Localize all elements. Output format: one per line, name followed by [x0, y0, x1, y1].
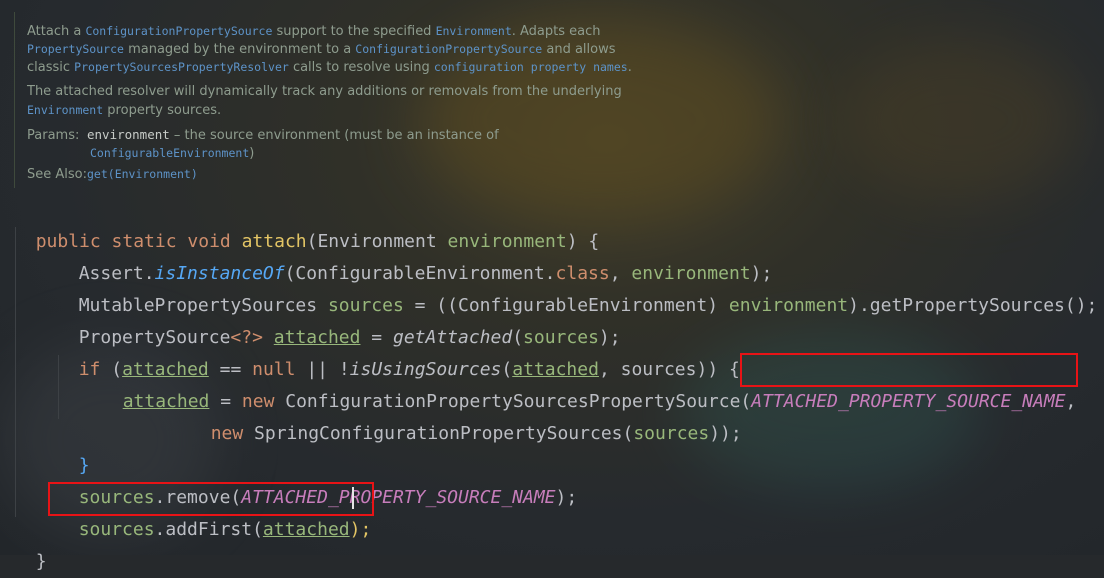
see-also-label: See Also: — [27, 167, 87, 182]
code-line-2[interactable]: Assert.isInstanceOf(ConfigurableEnvironm… — [57, 226, 773, 284]
doc-see-also-row: See Also:get(Environment) — [27, 165, 647, 184]
text-caret — [352, 487, 354, 509]
doc-para1-line1: Attach a ConfigurationPropertySource sup… — [27, 24, 601, 39]
highlight-box-addfirst — [48, 482, 374, 516]
doc-link[interactable]: PropertySource — [27, 42, 124, 56]
doc-params-row2: ConfigurableEnvironment) — [90, 146, 255, 161]
code-line-8[interactable]: } — [57, 418, 90, 476]
doc-link[interactable]: Environment — [27, 103, 103, 117]
doc-link[interactable]: configuration property names — [434, 60, 628, 74]
doc-params-row: Params: environment – the source environm… — [27, 127, 499, 143]
highlight-box-constant — [740, 353, 1078, 387]
code-line-1[interactable]: public static void attach(Environment en… — [14, 194, 600, 252]
doc-link[interactable]: ConfigurationPropertySource — [355, 42, 542, 56]
indent-guide — [15, 227, 16, 517]
doc-para1-line2: PropertySource managed by the environmen… — [27, 42, 616, 57]
code-line-4[interactable]: PropertySource<?> attached = getAttached… — [57, 290, 621, 348]
doc-link[interactable]: ConfigurationPropertySource — [85, 24, 272, 38]
doc-link[interactable]: PropertySourcesPropertyResolver — [74, 60, 289, 74]
constant-ref: ATTACHED_PROPERTY_SOURCE_NAME — [751, 391, 1066, 412]
params-label: Params: — [27, 128, 80, 143]
code-line-7[interactable]: new SpringConfigurationPropertySources(s… — [189, 386, 742, 444]
code-line-3[interactable]: MutablePropertySources sources = ((Confi… — [57, 258, 1098, 316]
see-also-link[interactable]: get(Environment) — [87, 167, 198, 181]
doc-para1-line3: classic PropertySourcesPropertyResolver … — [27, 60, 632, 75]
doc-para2-line2: Environment property sources. — [27, 103, 222, 118]
doc-link[interactable]: ConfigurableEnvironment — [90, 146, 249, 160]
code-line-11[interactable]: } — [14, 514, 47, 572]
doc-link[interactable]: Environment — [436, 24, 512, 38]
javadoc-panel: Attach a ConfigurationPropertySource sup… — [14, 12, 655, 188]
params-term: environment — [87, 127, 170, 142]
code-line-9[interactable]: sources.remove(ATTACHED_PROPERTY_SOURCE_… — [57, 450, 578, 508]
doc-para2-line1: The attached resolver will dynamically t… — [27, 84, 622, 99]
code-line-5[interactable]: if (attached == null || !isUsingSources(… — [57, 322, 740, 380]
